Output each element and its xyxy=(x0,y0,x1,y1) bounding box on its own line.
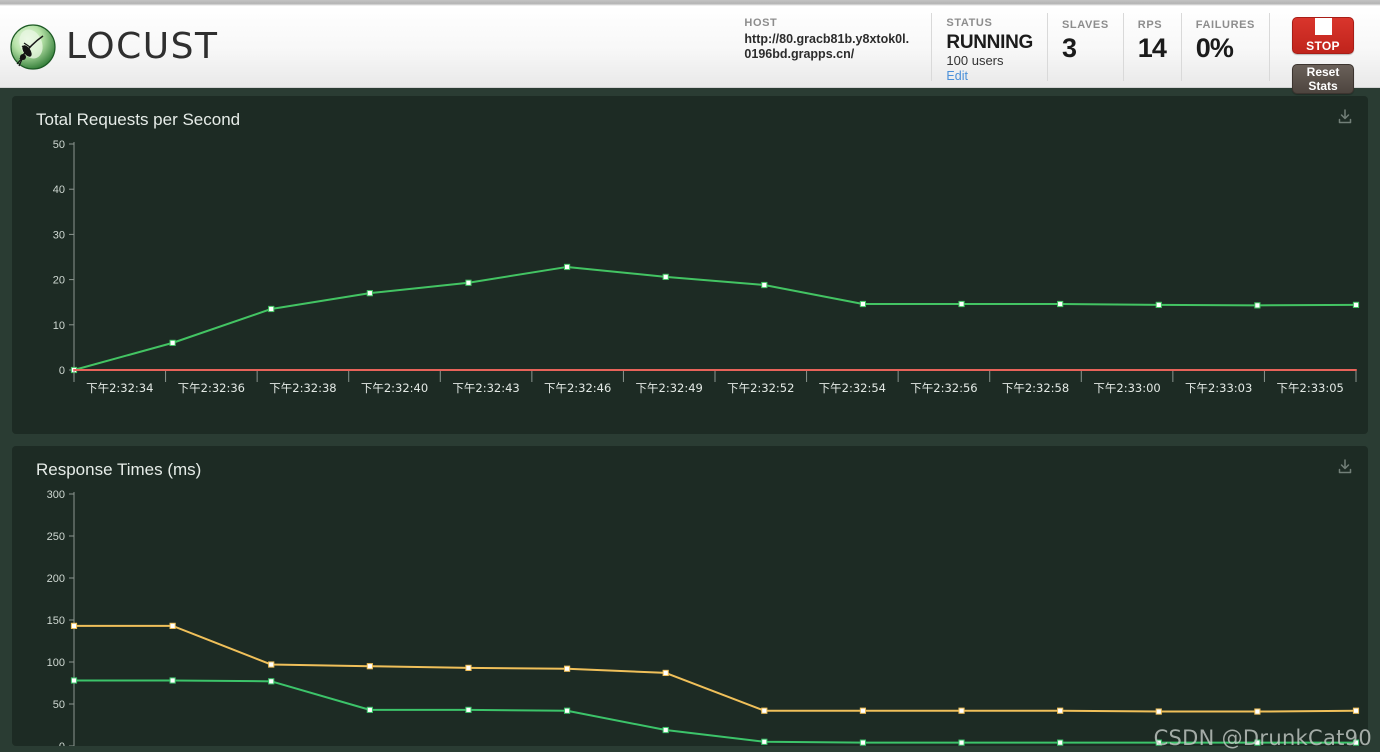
svg-text:150: 150 xyxy=(47,615,65,627)
panel-total-requests-per-second: Total Requests per Second 0 10 20 30 40 50 下午2… xyxy=(12,96,1368,434)
svg-text:0: 0 xyxy=(59,741,65,746)
stat-status: STATUS RUNNING 100 users Edit xyxy=(931,12,1047,84)
stat-failures: FAILURES 0% xyxy=(1180,12,1269,81)
svg-text:下午2:32:58: 下午2:32:58 xyxy=(1002,381,1069,395)
reset-stats-label: Reset Stats xyxy=(1306,64,1340,93)
brand: LOCUST xyxy=(0,23,219,70)
panel-title: Response Times (ms) xyxy=(36,460,202,479)
svg-text:40: 40 xyxy=(53,184,65,196)
host-value: http://80.gracb81b.y8xtok0l.0196bd.grapp… xyxy=(744,31,910,61)
svg-text:下午2:33:03: 下午2:33:03 xyxy=(1185,381,1252,395)
svg-text:10: 10 xyxy=(53,320,65,332)
svg-text:下午2:32:40: 下午2:32:40 xyxy=(361,381,428,395)
svg-text:30: 30 xyxy=(53,229,65,241)
stat-rps: RPS 14 xyxy=(1122,12,1181,81)
panel-response-times: Response Times (ms) 0 50 100 150 200 250 300 xyxy=(12,446,1368,746)
panel-title: Total Requests per Second xyxy=(36,110,241,129)
status-user-count: 100 users xyxy=(946,52,1004,68)
status-label: STATUS xyxy=(946,16,993,29)
header-actions: STOP Reset Stats xyxy=(1269,12,1368,94)
locust-logo-icon xyxy=(10,23,56,70)
svg-text:20: 20 xyxy=(53,275,65,287)
chart-plot-area: 0 50 100 150 200 250 300 xyxy=(12,484,1368,746)
download-icon[interactable] xyxy=(1336,458,1354,476)
svg-text:下午2:32:34: 下午2:32:34 xyxy=(86,381,153,395)
svg-text:下午2:32:52: 下午2:32:52 xyxy=(727,381,794,395)
svg-text:下午2:33:00: 下午2:33:00 xyxy=(1093,381,1160,395)
svg-text:下午2:32:46: 下午2:32:46 xyxy=(544,381,611,395)
svg-text:50: 50 xyxy=(53,139,65,151)
svg-text:0: 0 xyxy=(59,365,65,377)
stat-slaves: SLAVES 3 xyxy=(1047,12,1123,81)
svg-text:下午2:32:54: 下午2:32:54 xyxy=(819,381,886,395)
reset-stats-button[interactable]: Reset Stats xyxy=(1292,63,1354,94)
slaves-value: 3 xyxy=(1062,32,1077,63)
failures-value: 0% xyxy=(1195,32,1234,63)
stop-button[interactable]: STOP xyxy=(1292,16,1354,54)
rps-label: RPS xyxy=(1137,18,1163,31)
svg-text:下午2:32:38: 下午2:32:38 xyxy=(269,381,336,395)
header-stats: HOST http://80.gracb81b.y8xtok0l.0196bd.… xyxy=(726,12,1380,94)
app-header: LOCUST HOST http://80.gracb81b.y8xtok0l.… xyxy=(0,6,1380,94)
svg-text:下午2:32:43: 下午2:32:43 xyxy=(452,381,519,395)
svg-text:250: 250 xyxy=(47,531,65,543)
slaves-label: SLAVES xyxy=(1062,18,1109,31)
svg-text:100: 100 xyxy=(47,657,65,669)
svg-text:50: 50 xyxy=(53,699,65,711)
failures-label: FAILURES xyxy=(1195,18,1255,31)
svg-text:下午2:33:05: 下午2:33:05 xyxy=(1277,381,1344,395)
svg-text:下午2:32:36: 下午2:32:36 xyxy=(178,381,245,395)
svg-text:下午2:32:56: 下午2:32:56 xyxy=(910,381,977,395)
svg-text:300: 300 xyxy=(47,489,65,501)
brand-name: LOCUST xyxy=(66,26,219,67)
svg-text:下午2:32:49: 下午2:32:49 xyxy=(636,381,703,395)
stop-button-label: STOP xyxy=(1306,38,1340,53)
stop-square-icon xyxy=(1314,17,1332,35)
chart-plot-area: 0 10 20 30 40 50 下午2:32:34 下午2:32:36 下午2:32:38 下午… xyxy=(12,134,1368,434)
download-icon[interactable] xyxy=(1336,108,1354,126)
charts-container: Total Requests per Second 0 10 20 30 40 50 下午2… xyxy=(0,88,1380,746)
rps-value: 14 xyxy=(1137,32,1167,63)
status-value: RUNNING xyxy=(946,31,1033,53)
stat-host: HOST http://80.gracb81b.y8xtok0l.0196bd.… xyxy=(726,13,931,81)
edit-link[interactable]: Edit xyxy=(946,69,1033,84)
host-label: HOST xyxy=(744,16,778,29)
svg-text:200: 200 xyxy=(47,573,65,585)
